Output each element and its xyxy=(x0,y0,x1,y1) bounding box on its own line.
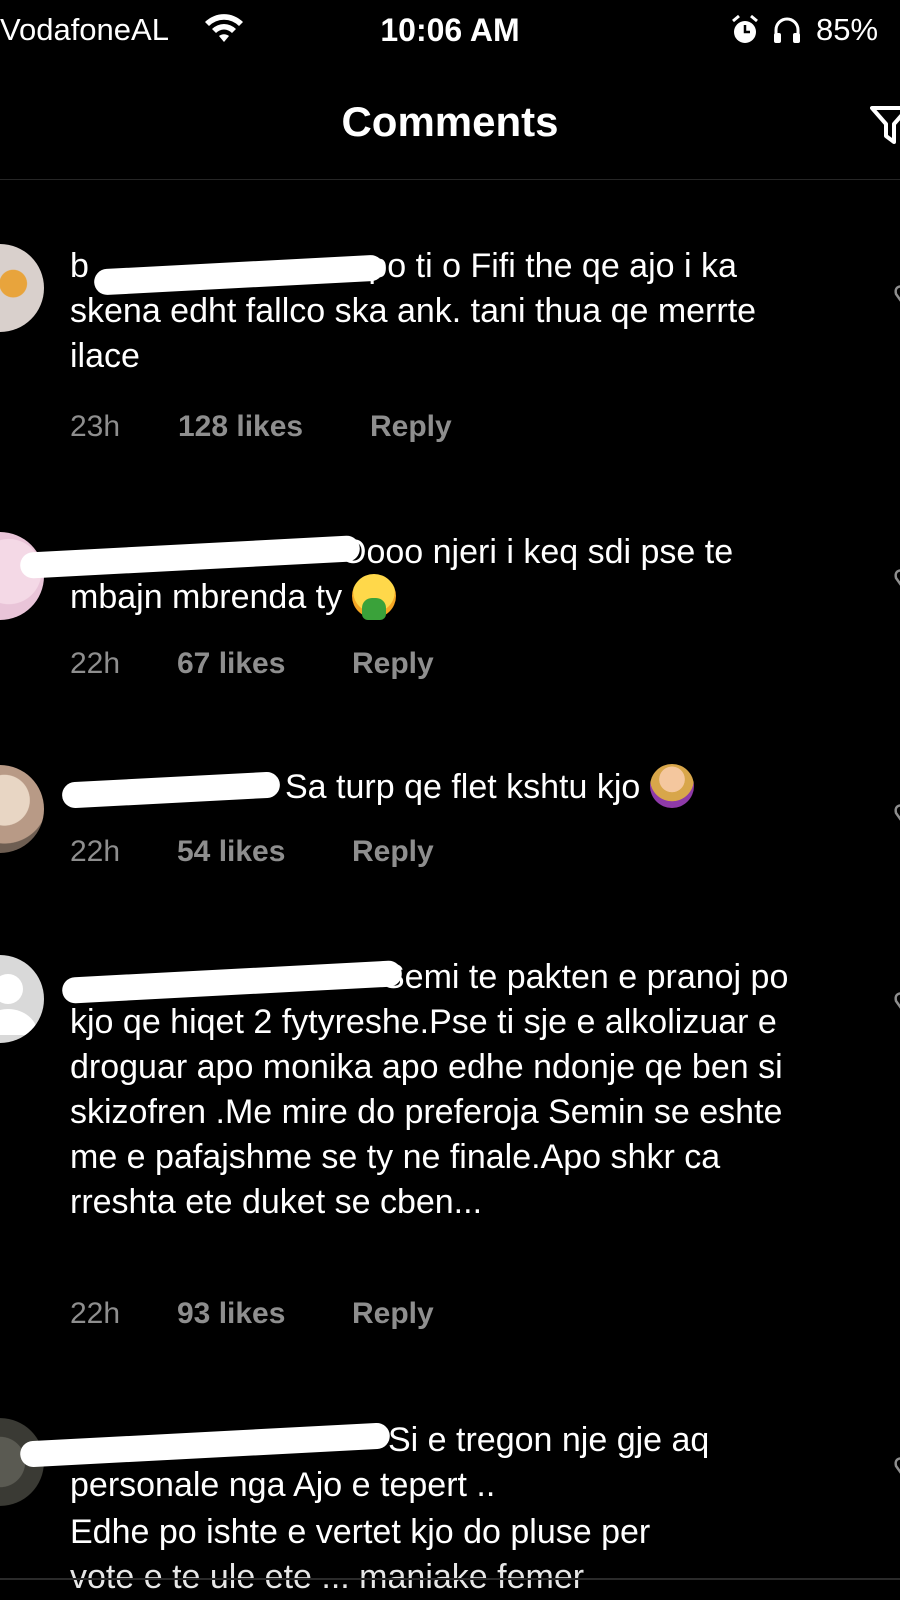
page-title: Comments xyxy=(341,98,559,145)
clock: 10:06 AM xyxy=(380,12,520,48)
reply-button[interactable]: Reply xyxy=(352,835,434,869)
default-avatar-icon xyxy=(0,974,38,1035)
headphones-icon xyxy=(774,17,800,43)
like-heart-icon[interactable] xyxy=(884,1456,900,1484)
comment-age: 23h xyxy=(70,410,121,443)
alarm-icon xyxy=(732,14,758,43)
likes-count[interactable]: 67 likes xyxy=(177,647,285,681)
avatar[interactable] xyxy=(0,955,44,1043)
header: Comments xyxy=(0,70,900,180)
comment-age: 22h xyxy=(70,835,121,868)
likes-count[interactable]: 93 likes xyxy=(177,1297,285,1331)
comment-username[interactable]: b xyxy=(70,247,89,285)
vomiting-emoji-icon xyxy=(351,574,396,621)
likes-count[interactable]: 54 likes xyxy=(177,835,285,869)
like-heart-icon[interactable] xyxy=(884,803,900,831)
avatar[interactable] xyxy=(0,765,44,853)
comment-age: 22h xyxy=(70,647,121,680)
status-bar: VodafoneAL 10:06 AM 85% xyxy=(0,0,900,60)
like-heart-icon[interactable] xyxy=(884,568,900,596)
filter-icon[interactable] xyxy=(870,88,900,148)
likes-count[interactable]: 128 likes xyxy=(178,410,303,444)
facepalm-emoji-icon xyxy=(649,764,694,809)
comment-text: Si e tregon nje gje aq personale nga Ajo… xyxy=(70,1418,830,1508)
like-heart-icon[interactable] xyxy=(884,991,900,1019)
reply-button[interactable]: Reply xyxy=(370,410,452,444)
comment-body: Sa turp qe flet kshtu kjo xyxy=(285,768,641,806)
reply-button[interactable]: Reply xyxy=(352,1297,434,1331)
battery-label: 85% xyxy=(816,12,879,47)
comment-age: 22h xyxy=(70,1297,121,1330)
like-heart-icon[interactable] xyxy=(884,284,900,312)
comment-text-line: Edhe po ishte e vertet kjo do pluse per xyxy=(70,1513,651,1551)
reply-button[interactable]: Reply xyxy=(352,647,434,681)
bottom-divider xyxy=(0,1578,900,1580)
avatar[interactable] xyxy=(0,244,44,332)
